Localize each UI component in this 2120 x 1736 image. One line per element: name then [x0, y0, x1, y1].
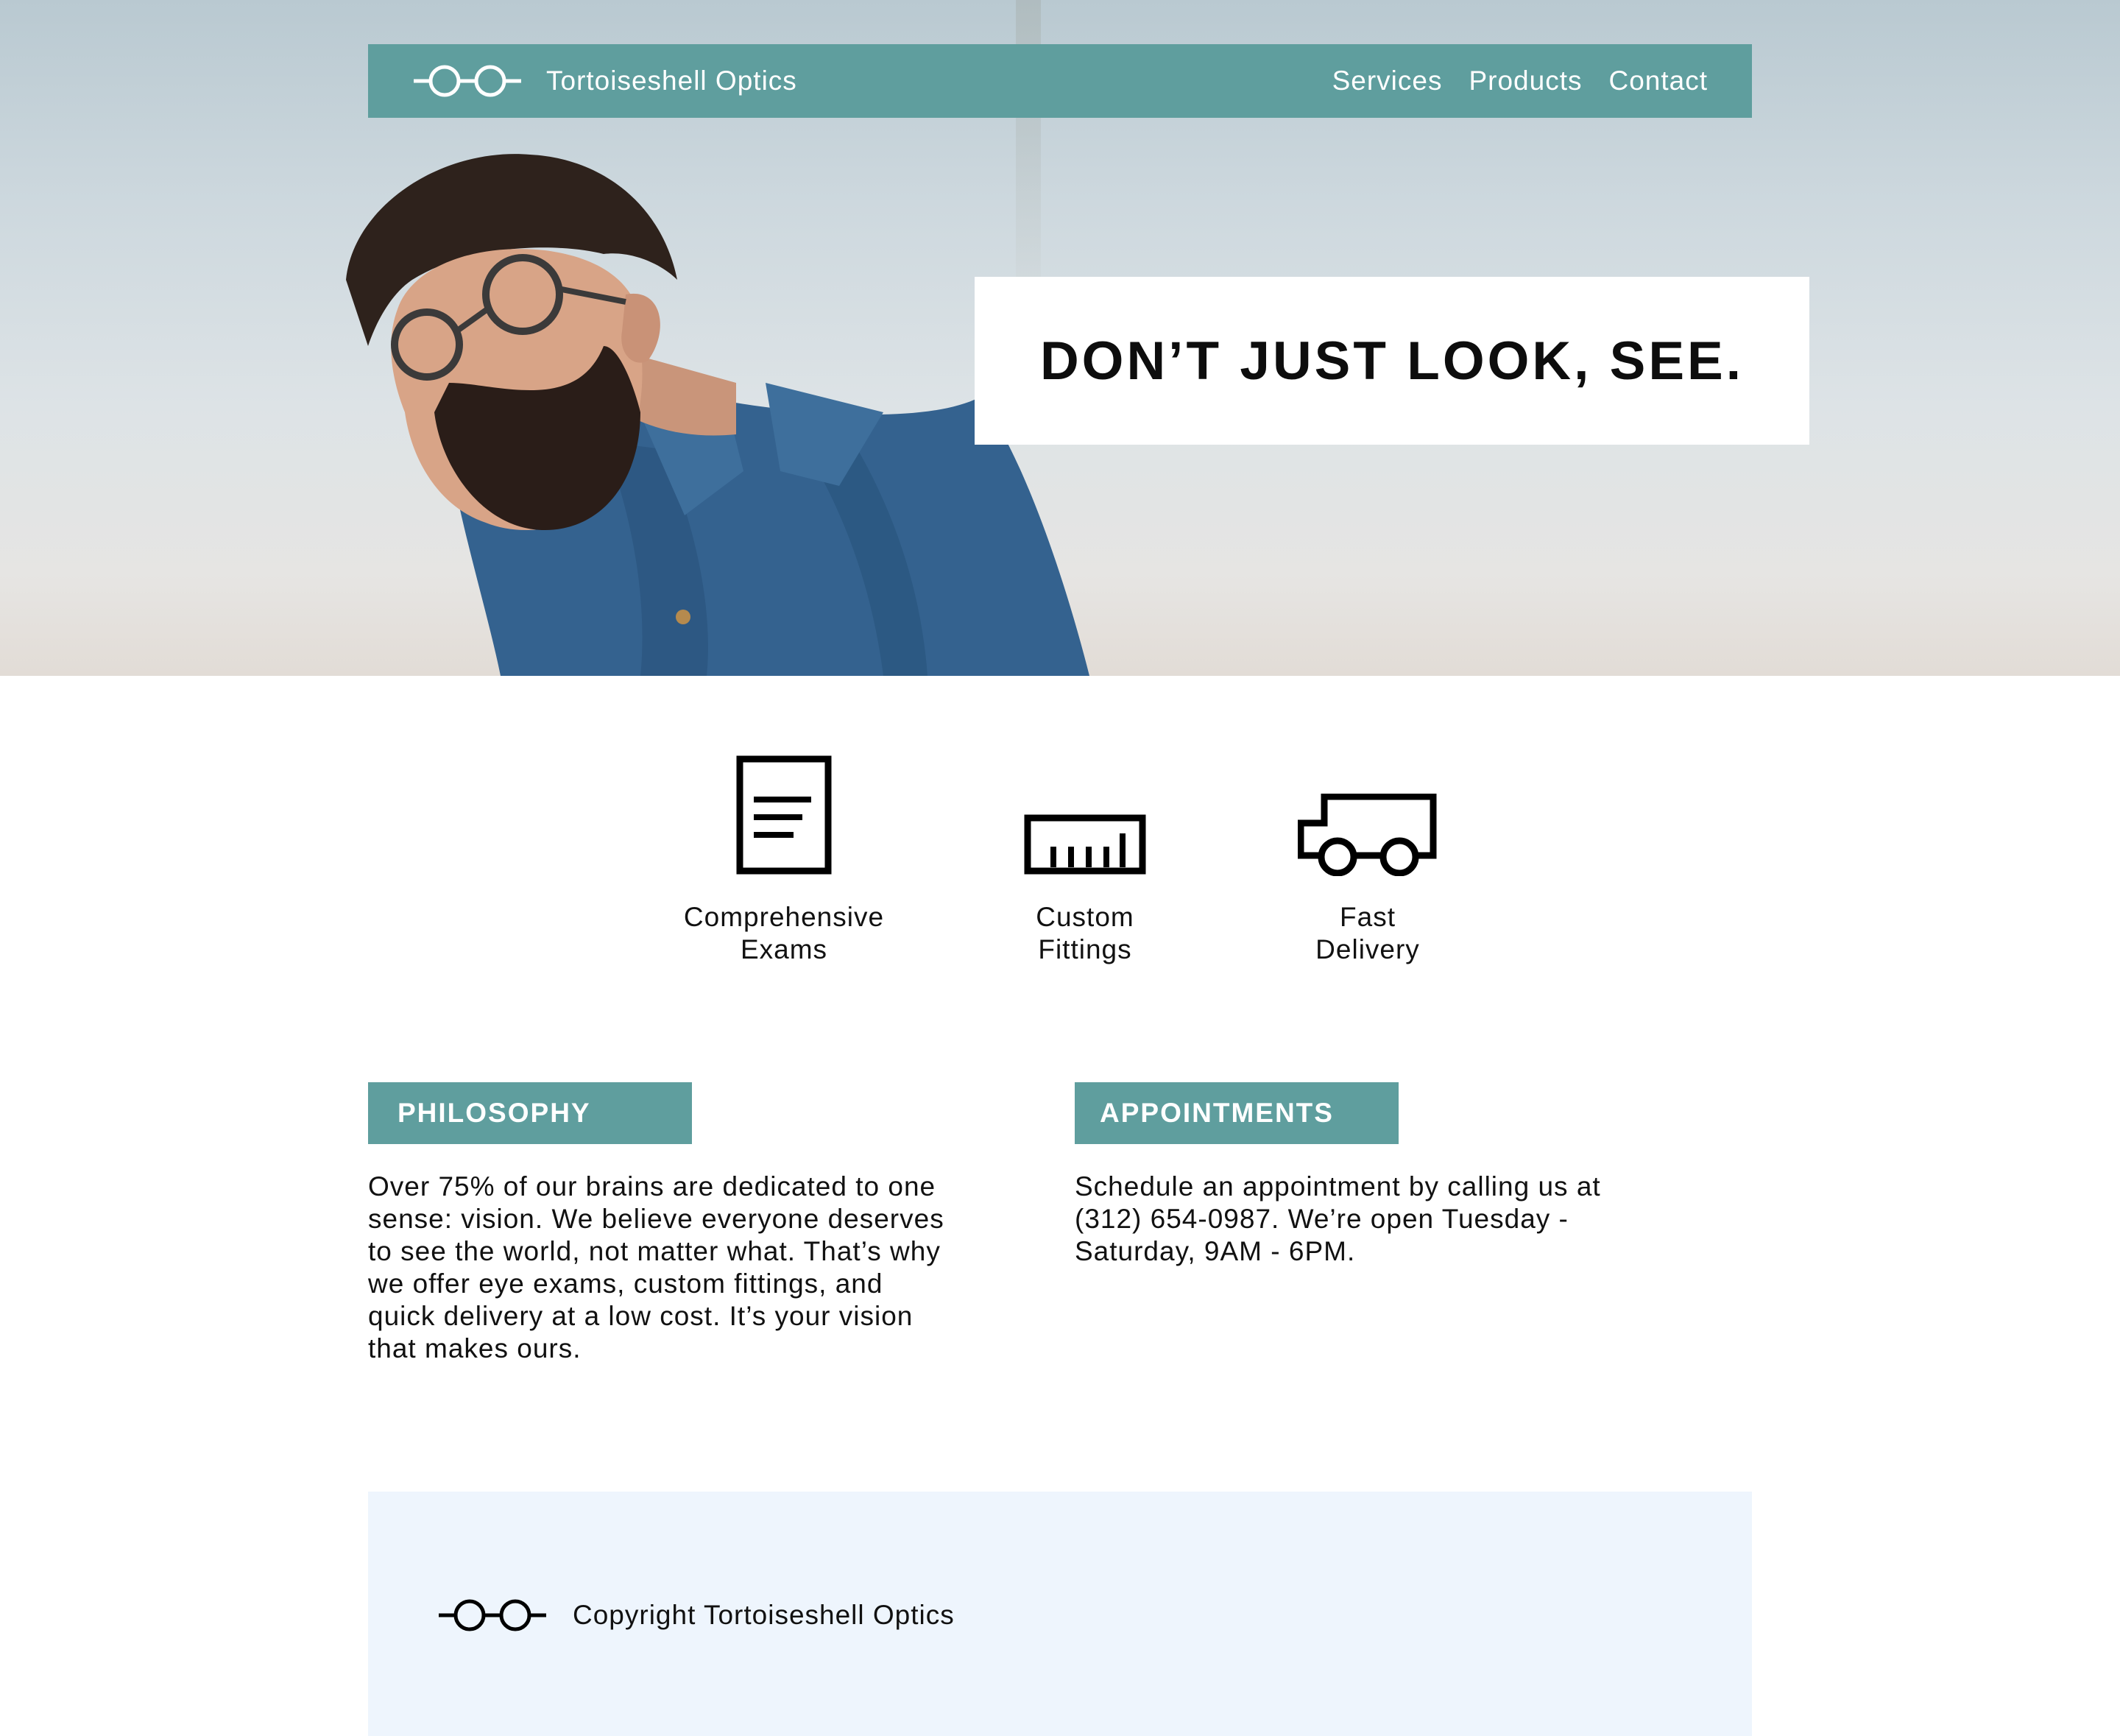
features-row: Comprehensive Exams Custom Fittings Fast…: [0, 744, 2120, 987]
feature-label: Fast Delivery: [1315, 902, 1420, 964]
philosophy-heading: PHILOSOPHY: [368, 1082, 692, 1144]
brand-name: Tortoiseshell Optics: [546, 66, 797, 96]
nav-link-contact[interactable]: Contact: [1608, 66, 1708, 96]
top-navbar: Tortoiseshell Optics Services Products C…: [368, 44, 1752, 118]
brand[interactable]: Tortoiseshell Optics: [412, 65, 797, 97]
footer-brand: Copyright Tortoiseshell Optics: [437, 1599, 955, 1631]
glasses-icon: [414, 65, 521, 97]
appointments-text: Schedule an appointment by calling us at…: [1075, 1171, 1601, 1266]
footer-copyright: Copyright Tortoiseshell Optics: [573, 1600, 955, 1630]
glasses-icon: [439, 1599, 546, 1631]
hero-headline: DON’T JUST LOOK, SEE.: [1039, 331, 1745, 391]
truck-icon: [1298, 794, 1437, 876]
ruler-icon: [1024, 814, 1146, 875]
nav-link-services[interactable]: Services: [1332, 66, 1443, 96]
feature-comprehensive-exams: Comprehensive Exams: [651, 744, 916, 966]
page: Tortoiseshell Optics Services Products C…: [0, 0, 2120, 1736]
document-icon: [736, 755, 832, 875]
hero-headline-box: DON’T JUST LOOK, SEE.: [975, 277, 1809, 445]
feature-custom-fittings: Custom Fittings: [953, 744, 1218, 966]
philosophy-text: Over 75% of our brains are dedicated to …: [368, 1171, 944, 1363]
appointments-heading: APPOINTMENTS: [1075, 1082, 1399, 1144]
nav-links: Services Products Contact: [1306, 66, 1708, 96]
feature-fast-delivery: Fast Delivery: [1235, 744, 1500, 966]
footer: Copyright Tortoiseshell Optics: [368, 1492, 1752, 1736]
feature-label: Custom Fittings: [1036, 902, 1134, 964]
feature-label: Comprehensive Exams: [683, 902, 885, 964]
nav-link-products[interactable]: Products: [1469, 66, 1582, 96]
